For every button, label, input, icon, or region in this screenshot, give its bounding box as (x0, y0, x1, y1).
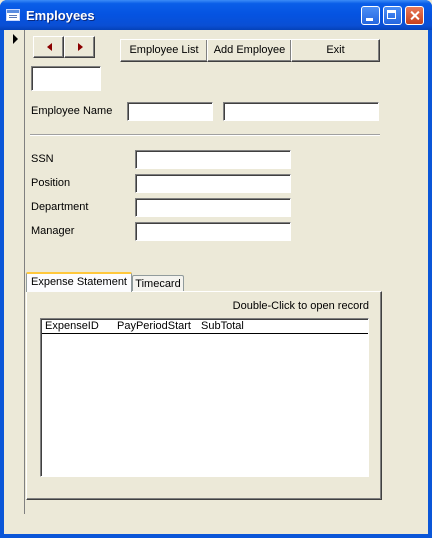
employees-window: Employees Employee List Add Employee Exi… (0, 0, 432, 538)
column-header-payperiodstart[interactable]: PayPeriodStart (114, 320, 199, 334)
open-record-hint: Double-Click to open record (232, 300, 369, 312)
next-record-button[interactable] (64, 36, 95, 58)
close-button[interactable] (405, 6, 424, 25)
employee-id-field[interactable] (31, 66, 101, 91)
last-name-field[interactable] (223, 102, 379, 121)
manager-field[interactable] (135, 222, 291, 241)
minimize-button[interactable] (361, 6, 380, 25)
previous-record-button[interactable] (33, 36, 64, 58)
first-name-field[interactable] (127, 102, 213, 121)
department-label: Department (31, 201, 89, 213)
divider (30, 134, 380, 136)
column-header-expenseid[interactable]: ExpenseID (42, 320, 115, 334)
title-bar[interactable]: Employees (0, 0, 432, 30)
maximize-button[interactable] (383, 6, 402, 25)
form-icon (6, 9, 20, 21)
current-record-icon (13, 34, 18, 44)
form-body: Employee List Add Employee Exit Employee… (4, 30, 428, 534)
employee-list-button[interactable]: Employee List (120, 39, 208, 62)
position-field[interactable] (135, 174, 291, 193)
employee-name-label: Employee Name (31, 105, 113, 117)
ssn-label: SSN (31, 153, 54, 165)
arrow-left-icon (47, 43, 52, 51)
tab-timecard[interactable]: Timecard (132, 275, 184, 292)
manager-label: Manager (31, 225, 75, 237)
exit-button[interactable]: Exit (291, 39, 380, 62)
record-selector[interactable] (4, 30, 25, 514)
column-header-subtotal[interactable]: SubTotal (198, 320, 368, 334)
position-label: Position (31, 177, 71, 189)
expense-statement-panel: Double-Click to open record ExpenseID Pa… (26, 291, 382, 500)
ssn-field[interactable] (135, 150, 291, 169)
tab-expense-statement[interactable]: Expense Statement (26, 272, 132, 292)
department-field[interactable] (135, 198, 291, 217)
expense-subform[interactable]: ExpenseID PayPeriodStart SubTotal (40, 318, 369, 477)
add-employee-button[interactable]: Add Employee (207, 39, 292, 62)
window-title: Employees (26, 8, 95, 23)
arrow-right-icon (78, 43, 83, 51)
